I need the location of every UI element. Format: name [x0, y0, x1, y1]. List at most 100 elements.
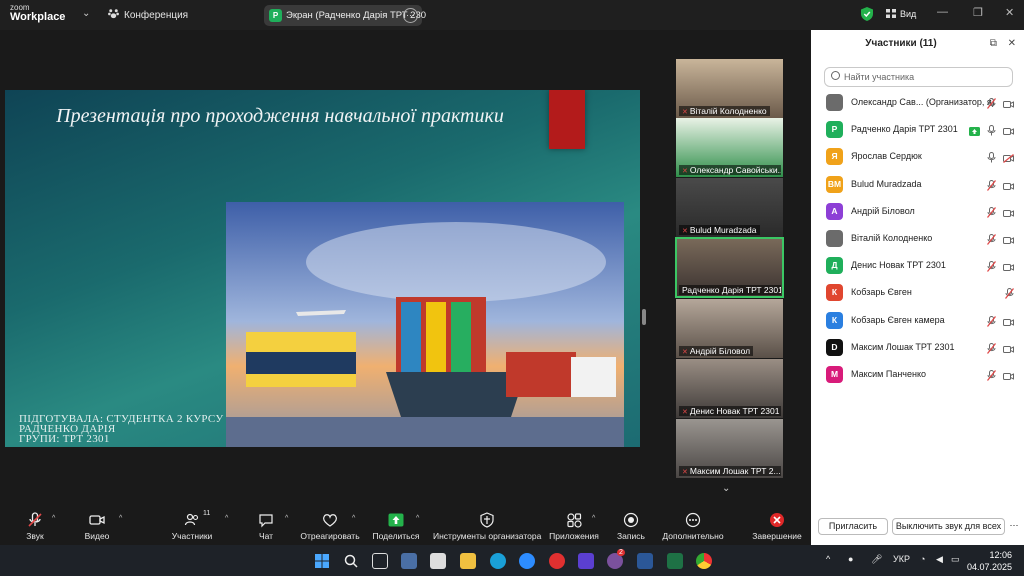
more-icon[interactable]: ···	[403, 8, 418, 23]
video-thumbnail[interactable]: ✕ Андрій Біловол	[676, 299, 783, 358]
share-options-caret[interactable]: ^	[416, 515, 419, 522]
camera-icon[interactable]	[1003, 341, 1014, 359]
language-indicator[interactable]: УКР	[893, 554, 910, 564]
search-icon[interactable]	[343, 553, 359, 569]
avatar: Д	[826, 257, 843, 275]
meeting-info-button[interactable]: Конференция	[108, 8, 188, 21]
close-icon[interactable]: ✕	[1008, 38, 1016, 49]
participant-row[interactable]: BM Bulud Muradzada	[811, 170, 1024, 197]
chat-options-caret[interactable]: ^	[285, 515, 288, 522]
camera-icon[interactable]	[1003, 96, 1014, 114]
video-thumbnail[interactable]: ✕ Віталій Колодненко	[676, 59, 783, 118]
zoom-logo[interactable]: zoom Workplace	[10, 4, 65, 23]
widgets-icon[interactable]	[401, 553, 417, 569]
chevron-down-icon[interactable]: ⌄	[82, 8, 90, 19]
participant-row[interactable]: А Андрій Біловол	[811, 197, 1024, 224]
camera-icon[interactable]	[1003, 314, 1014, 332]
participants-options-caret[interactable]: ^	[225, 515, 228, 522]
shield-icon	[480, 512, 494, 528]
screen-share-icon[interactable]	[969, 123, 980, 141]
chevron-down-icon[interactable]: ⌄	[722, 483, 730, 494]
participant-row[interactable]: Олександр Сав... (Организатор, я)	[811, 88, 1024, 115]
title-bar: zoom Workplace ⌄ Конференция P Экран (Ра…	[0, 0, 1024, 30]
camera-icon[interactable]	[1003, 368, 1014, 386]
camera-icon[interactable]	[1003, 178, 1014, 196]
mic-icon[interactable]	[987, 123, 996, 141]
participant-row[interactable]: Я Ярослав Сердюк	[811, 142, 1024, 169]
video-thumbnail-active-speaker[interactable]: Радченко Дарія ТРТ 2301	[675, 237, 784, 298]
mute-all-button[interactable]: Выключить звук для всех	[892, 518, 1005, 535]
mic-muted-icon[interactable]	[986, 178, 997, 196]
word-icon[interactable]	[637, 553, 653, 569]
zoom-tray-icon[interactable]: ●	[848, 554, 853, 564]
chrome-icon[interactable]	[696, 553, 712, 569]
participant-row[interactable]: К Кобзарь Євген	[811, 278, 1024, 305]
participant-row[interactable]: Р Радченко Дарія ТРТ 2301	[811, 115, 1024, 142]
video-thumbnail[interactable]: ✕ Денис Новак ТРТ 2301	[676, 359, 783, 418]
avatar: М	[826, 365, 843, 383]
mic-muted-icon[interactable]	[986, 341, 997, 359]
opera-icon[interactable]	[549, 553, 565, 569]
camera-icon[interactable]	[1003, 205, 1014, 223]
restore-icon[interactable]: ❐	[973, 6, 983, 19]
video-thumbnail[interactable]: ✕ Олександр Савойськи...	[676, 118, 783, 177]
battery-icon[interactable]: ▭	[951, 554, 960, 565]
slide-red-accent	[549, 90, 585, 149]
mic-muted-icon[interactable]	[986, 368, 997, 386]
zoom-icon[interactable]	[519, 553, 535, 569]
mic-muted-icon: ✕	[682, 228, 688, 235]
mic-muted-icon[interactable]	[986, 96, 997, 114]
mic-icon[interactable]: 🎤︎	[871, 554, 882, 565]
chevron-up-icon[interactable]: ^	[826, 554, 830, 564]
task-view-icon[interactable]	[372, 553, 388, 569]
app-icon[interactable]	[430, 553, 446, 569]
invite-button[interactable]: Пригласить	[818, 518, 888, 535]
video-thumbnail[interactable]: ✕ Bulud Muradzada	[676, 178, 783, 237]
screen-share-indicator[interactable]: P Экран (Радченко Дарія ТРТ 230 ···	[264, 5, 426, 26]
apps-options-caret[interactable]: ^	[592, 515, 595, 522]
volume-icon[interactable]: ◀	[936, 554, 943, 565]
view-button[interactable]: Вид	[886, 9, 916, 19]
app-icon[interactable]	[578, 553, 594, 569]
participant-row[interactable]: К Кобзарь Євген камера	[811, 306, 1024, 333]
mic-muted-icon[interactable]	[986, 259, 997, 277]
avatar: К	[826, 284, 843, 302]
excel-icon[interactable]	[667, 553, 683, 569]
participant-row[interactable]: М Максим Панченко	[811, 360, 1024, 387]
participant-name: Андрій Біловол	[851, 205, 915, 216]
camera-off-icon[interactable]	[1003, 150, 1014, 168]
mic-muted-icon[interactable]	[1004, 286, 1015, 304]
windows-start-icon[interactable]	[314, 553, 330, 569]
participant-row[interactable]: Д Денис Новак ТРТ 2301	[811, 251, 1024, 278]
mic-muted-icon[interactable]	[986, 205, 997, 223]
video-options-caret[interactable]: ^	[119, 515, 122, 522]
popout-icon[interactable]: ⧉	[990, 38, 997, 49]
mic-muted-icon[interactable]	[986, 314, 997, 332]
resize-handle[interactable]	[642, 309, 646, 325]
meeting-toolbar: Звук ^ Видео ^ 11 Участники ^ Чат ^ Отре…	[0, 505, 811, 545]
wifi-icon[interactable]: ◔	[920, 554, 925, 564]
participant-row[interactable]: D Максим Лошак ТРТ 2301	[811, 333, 1024, 360]
file-explorer-icon[interactable]	[460, 553, 476, 569]
camera-icon[interactable]	[1003, 259, 1014, 277]
participant-search-input[interactable]: Найти участника	[824, 67, 1013, 87]
mic-muted-icon[interactable]	[986, 232, 997, 250]
reactions-options-caret[interactable]: ^	[352, 515, 355, 522]
clock[interactable]: 12:06 04.07.2025	[967, 549, 1012, 573]
audio-options-caret[interactable]: ^	[52, 515, 55, 522]
camera-icon[interactable]	[1003, 232, 1014, 250]
edge-icon[interactable]	[490, 553, 506, 569]
end-x-icon	[770, 513, 784, 527]
participant-row[interactable]: Віталій Колодненко	[811, 224, 1024, 251]
mic-icon[interactable]	[987, 150, 996, 168]
zoom-window: zoom Workplace ⌄ Конференция P Экран (Ра…	[0, 0, 1024, 576]
avatar: Р	[826, 121, 843, 139]
camera-icon[interactable]	[1003, 123, 1014, 141]
minimize-icon[interactable]: —	[937, 6, 948, 18]
viber-icon[interactable]: 2	[607, 549, 625, 569]
more-icon[interactable]: ⋯	[1009, 518, 1019, 535]
video-thumbnail[interactable]: ✕ Максим Лошак ТРТ 2...	[676, 419, 783, 478]
participants-count-badge: 11	[203, 510, 211, 517]
close-icon[interactable]: ✕	[1005, 6, 1014, 19]
shield-check-icon[interactable]	[861, 7, 873, 21]
